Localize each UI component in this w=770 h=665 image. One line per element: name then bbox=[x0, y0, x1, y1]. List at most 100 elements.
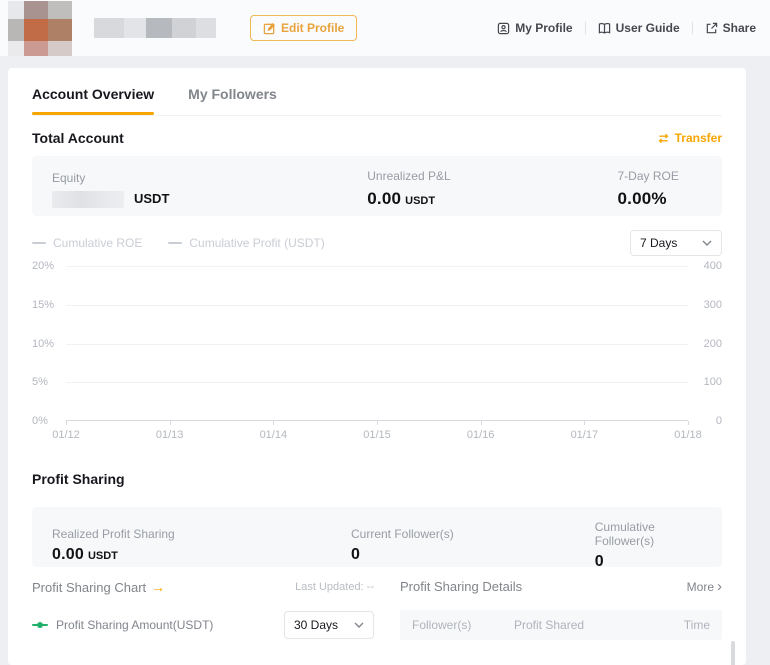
arrow-right-icon: → bbox=[151, 579, 165, 595]
roe-chart-plot: 20% 15% 10% 5% 0% 400 300 200 100 0 01/1… bbox=[66, 266, 688, 421]
gridline bbox=[66, 382, 688, 383]
legend-cumulative-roe[interactable]: Cumulative ROE bbox=[32, 236, 142, 250]
unrealized-pnl-label: Unrealized P&L bbox=[367, 169, 617, 183]
avatar-pixel bbox=[48, 41, 72, 56]
total-account-title: Total Account bbox=[32, 130, 124, 146]
my-profile-link[interactable]: My Profile bbox=[497, 21, 572, 35]
cumulative-followers-label: Cumulative Follower(s) bbox=[595, 520, 702, 548]
scrollbar[interactable] bbox=[731, 641, 735, 665]
equity-stat: Equity USDT bbox=[52, 171, 367, 208]
roe-7d-value: 0.00% bbox=[618, 189, 667, 209]
book-icon bbox=[598, 22, 611, 35]
realized-profit-value: 0.00 bbox=[52, 546, 84, 564]
avatar bbox=[8, 1, 72, 56]
avatar-pixel bbox=[24, 1, 48, 19]
y-axis-label-left: 20% bbox=[32, 260, 62, 272]
edit-icon bbox=[263, 22, 276, 35]
equity-label: Equity bbox=[52, 171, 367, 185]
avatar-pixel bbox=[8, 41, 24, 56]
profit-sharing-details-title: Profit Sharing Details bbox=[400, 579, 522, 594]
tab-my-followers[interactable]: My Followers bbox=[188, 86, 277, 115]
transfer-button[interactable]: Transfer bbox=[657, 131, 722, 145]
x-axis-label: 01/14 bbox=[260, 429, 288, 441]
gridline bbox=[66, 266, 688, 267]
line-marker-icon bbox=[168, 242, 182, 244]
x-axis-tick bbox=[66, 421, 67, 425]
roe-7d-stat: 7-Day ROE 0.00% bbox=[618, 169, 703, 209]
y-axis-label-right: 400 bbox=[690, 260, 722, 272]
masked-text-block bbox=[172, 18, 196, 38]
details-table-header: Follower(s) Profit Shared Time bbox=[400, 610, 722, 640]
y-axis-label-right: 0 bbox=[690, 415, 722, 427]
share-label: Share bbox=[723, 21, 756, 35]
chevron-right-icon: › bbox=[717, 579, 722, 594]
profit-sharing-legend-label: Profit Sharing Amount(USDT) bbox=[56, 618, 213, 632]
y-axis-label-right: 300 bbox=[690, 299, 722, 311]
y-axis-label-left: 10% bbox=[32, 338, 62, 350]
x-axis-label: 01/12 bbox=[52, 429, 80, 441]
profit-sharing-chart-link[interactable]: Profit Sharing Chart → bbox=[32, 579, 165, 595]
column-profit-shared: Profit Shared bbox=[514, 618, 684, 632]
profit-sharing-range-value: 30 Days bbox=[294, 618, 338, 632]
unrealized-pnl-stat: Unrealized P&L 0.00 USDT bbox=[367, 169, 617, 209]
profit-sharing-stats: Realized Profit Sharing 0.00 USDT Curren… bbox=[32, 507, 722, 567]
total-account-row: Total Account Transfer bbox=[32, 130, 722, 146]
realized-profit-stat: Realized Profit Sharing 0.00 USDT bbox=[52, 527, 351, 564]
last-updated-text: Last Updated: -- bbox=[295, 581, 374, 593]
profit-sharing-legend[interactable]: Profit Sharing Amount(USDT) bbox=[32, 618, 213, 632]
transfer-label: Transfer bbox=[675, 131, 722, 145]
tab-account-overview[interactable]: Account Overview bbox=[32, 86, 154, 115]
roe-7d-label: 7-Day ROE bbox=[618, 169, 703, 183]
avatar-pixel bbox=[24, 19, 48, 41]
column-time: Time bbox=[684, 618, 710, 632]
column-followers: Follower(s) bbox=[412, 618, 514, 632]
current-followers-value: 0 bbox=[351, 546, 360, 564]
x-axis-label: 01/13 bbox=[156, 429, 184, 441]
masked-text-block bbox=[146, 18, 172, 38]
profit-sharing-details-panel: Profit Sharing Details More › Follower(s… bbox=[400, 579, 722, 640]
total-account-stats: Equity USDT Unrealized P&L 0.00 USDT 7-D… bbox=[32, 156, 722, 216]
more-link[interactable]: More › bbox=[687, 579, 722, 594]
roe-chart: 20% 15% 10% 5% 0% 400 300 200 100 0 01/1… bbox=[32, 262, 722, 447]
profit-sharing-chart-panel: Profit Sharing Chart → Last Updated: -- … bbox=[32, 579, 374, 640]
x-axis-label: 01/16 bbox=[467, 429, 495, 441]
y-axis-label-left: 5% bbox=[32, 376, 62, 388]
masked-text-block bbox=[196, 18, 216, 38]
roe-chart-legend: Cumulative ROE Cumulative Profit (USDT) bbox=[32, 236, 325, 250]
legend-cumulative-profit[interactable]: Cumulative Profit (USDT) bbox=[168, 236, 324, 250]
y-axis-label-left: 0% bbox=[32, 415, 62, 427]
edit-profile-button[interactable]: Edit Profile bbox=[250, 15, 357, 41]
current-followers-label: Current Follower(s) bbox=[351, 527, 595, 541]
profit-sharing-bottom: Profit Sharing Chart → Last Updated: -- … bbox=[32, 579, 722, 640]
legend-cumulative-profit-label: Cumulative Profit (USDT) bbox=[189, 236, 324, 250]
masked-text-block bbox=[124, 18, 146, 38]
user-guide-link[interactable]: User Guide bbox=[598, 21, 680, 35]
username-masked bbox=[94, 18, 216, 38]
equity-unit: USDT bbox=[134, 191, 169, 206]
x-axis-tick bbox=[481, 421, 482, 425]
main-card: Account Overview My Followers Total Acco… bbox=[8, 68, 746, 665]
profit-sharing-title: Profit Sharing bbox=[32, 471, 722, 487]
tab-bar: Account Overview My Followers bbox=[32, 86, 722, 116]
edit-profile-label: Edit Profile bbox=[281, 21, 344, 35]
roe-range-value: 7 Days bbox=[640, 236, 677, 250]
my-profile-label: My Profile bbox=[515, 21, 572, 35]
x-axis-label: 01/18 bbox=[674, 429, 702, 441]
profit-sharing-range-dropdown[interactable]: 30 Days bbox=[284, 611, 374, 639]
masked-text-block bbox=[94, 18, 124, 38]
cumulative-followers-value: 0 bbox=[595, 553, 604, 571]
gridline bbox=[66, 344, 688, 345]
roe-range-dropdown[interactable]: 7 Days bbox=[630, 230, 722, 256]
equity-value-masked bbox=[52, 191, 124, 208]
x-axis-tick bbox=[688, 421, 689, 425]
share-link[interactable]: Share bbox=[705, 21, 756, 35]
line-dot-marker-icon bbox=[32, 624, 48, 626]
share-icon bbox=[705, 22, 718, 35]
avatar-pixel bbox=[48, 1, 72, 19]
current-followers-stat: Current Follower(s) 0 bbox=[351, 527, 595, 564]
avatar-pixel bbox=[8, 1, 24, 19]
chevron-down-icon bbox=[354, 622, 364, 628]
header-links: My Profile User Guide Share bbox=[497, 21, 756, 35]
unrealized-pnl-value: 0.00 bbox=[367, 189, 401, 209]
x-axis-label: 01/17 bbox=[571, 429, 599, 441]
